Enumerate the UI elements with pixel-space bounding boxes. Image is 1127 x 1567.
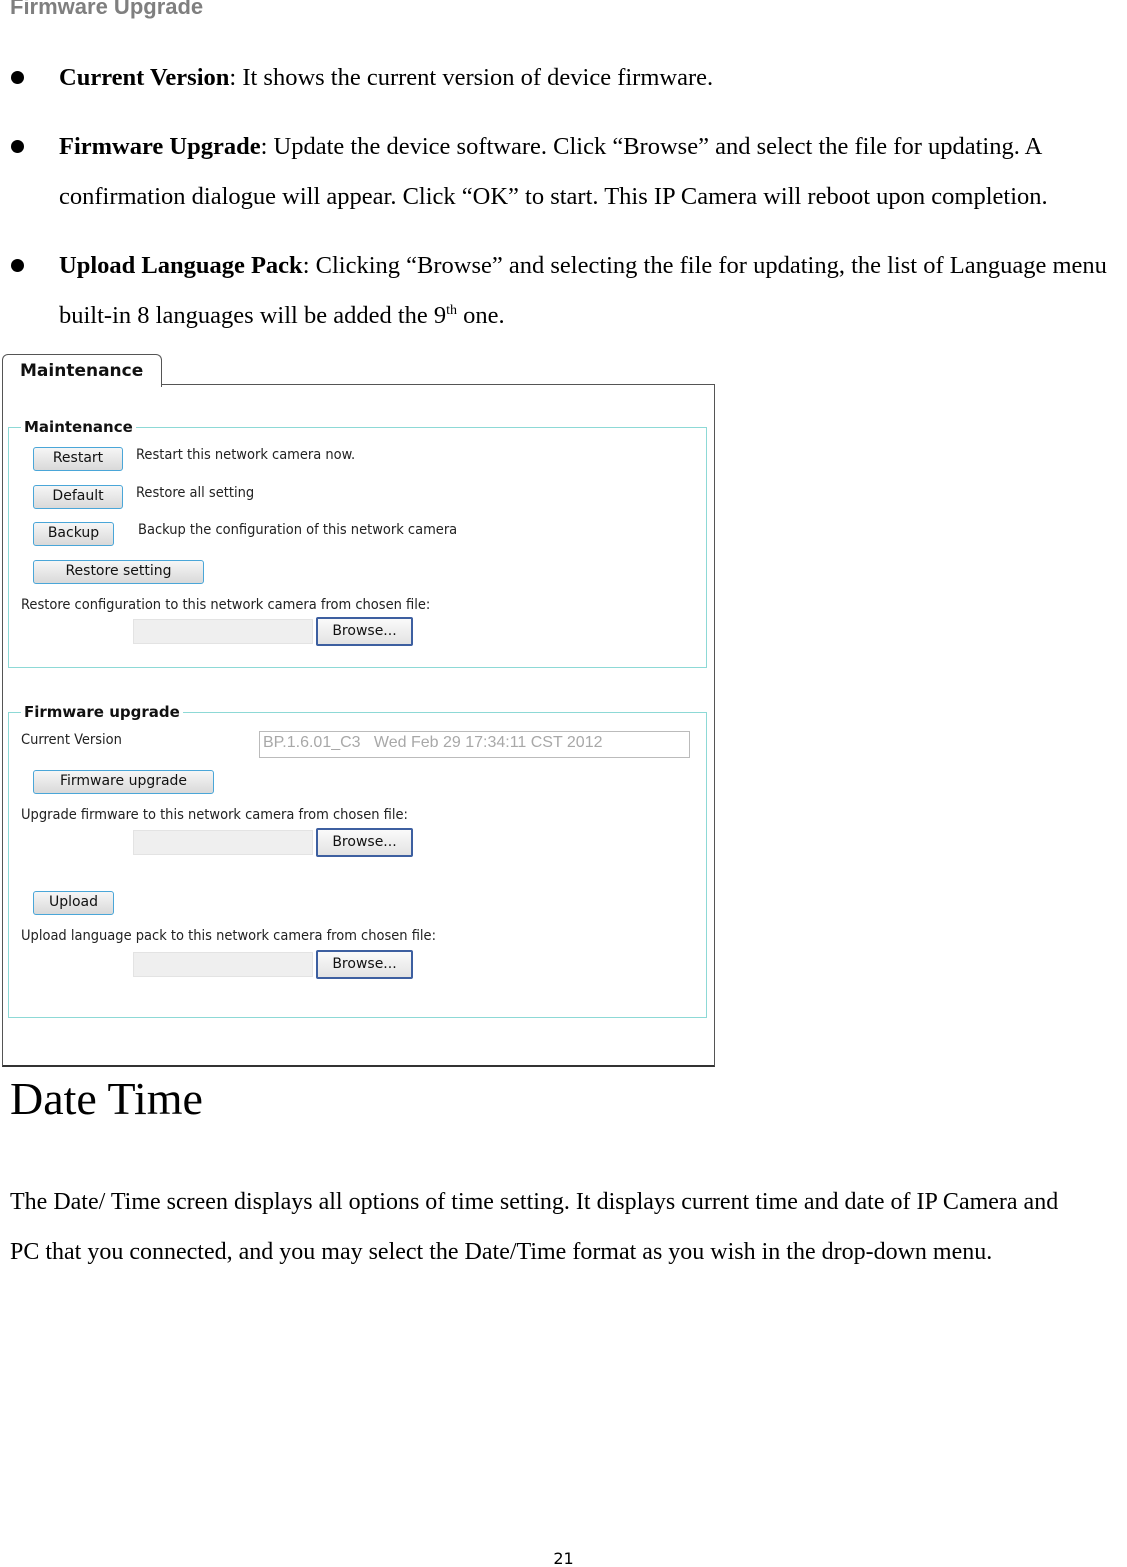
restart-button[interactable]: Restart [33,447,123,471]
bullet-current-version: Current Version: It shows the current ve… [59,64,713,92]
firmware-file-input[interactable] [133,830,313,855]
current-version-field: BP.1.6.01_C3 Wed Feb 29 17:34:11 CST 201… [259,731,690,758]
tab-maintenance[interactable]: Maintenance [2,354,162,387]
term: Firmware Upgrade [59,133,261,160]
default-button[interactable]: Default [33,485,123,509]
term: Upload Language Pack [59,252,303,279]
default-description: Restore all setting [136,485,255,501]
upgrade-label: Upgrade firmware to this network camera … [21,807,408,823]
backup-button[interactable]: Backup [33,522,114,546]
superscript: th [446,302,458,318]
restore-label: Restore configuration to this network ca… [21,597,431,613]
bullet-upload-language: Upload Language Pack: Clicking “Browse” … [59,252,1107,280]
current-version-label: Current Version [21,732,122,748]
paragraph-line: PC that you connected, and you may selec… [10,1239,993,1265]
restore-setting-button[interactable]: Restore setting [33,560,204,584]
bullet-icon [11,259,24,272]
language-browse-button[interactable]: Browse... [316,950,413,979]
firmware-legend: Firmware upgrade [21,703,183,721]
language-file-input[interactable] [133,952,313,977]
page-number: 21 [553,1549,574,1567]
restore-browse-button[interactable]: Browse... [316,617,413,646]
restore-file-input[interactable] [133,619,313,644]
bullet-continuation: confirmation dialogue will appear. Click… [59,183,1048,210]
upload-button[interactable]: Upload [33,891,114,915]
section-title: Firmware Upgrade [10,0,204,19]
maintenance-legend: Maintenance [21,418,136,436]
backup-description: Backup the configuration of this network… [138,522,458,538]
date-time-heading: Date Time [10,1073,203,1124]
firmware-upgrade-button[interactable]: Firmware upgrade [33,770,214,794]
paragraph-line: The Date/ Time screen displays all optio… [10,1189,1059,1215]
bullet-continuation: built-in 8 languages will be added the 9… [59,302,505,330]
bullet-icon [11,71,24,84]
tab-label: Maintenance [20,361,144,381]
upload-label: Upload language pack to this network cam… [21,928,436,944]
document-page: Firmware Upgrade Current Version: It sho… [0,0,1127,1567]
restart-description: Restart this network camera now. [136,447,356,463]
desc: : Clicking “Browse” and selecting the fi… [302,252,1107,279]
desc: : Update the device software. Click “Bro… [260,133,1043,160]
text: built-in 8 languages will be added the 9 [59,302,447,329]
bullet-firmware-upgrade: Firmware Upgrade: Update the device soft… [59,133,1042,161]
text: one. [457,302,505,329]
bullet-icon [11,140,24,153]
firmware-browse-button[interactable]: Browse... [316,828,413,857]
desc: : It shows the current version of device… [229,64,714,91]
term: Current Version [59,64,230,91]
